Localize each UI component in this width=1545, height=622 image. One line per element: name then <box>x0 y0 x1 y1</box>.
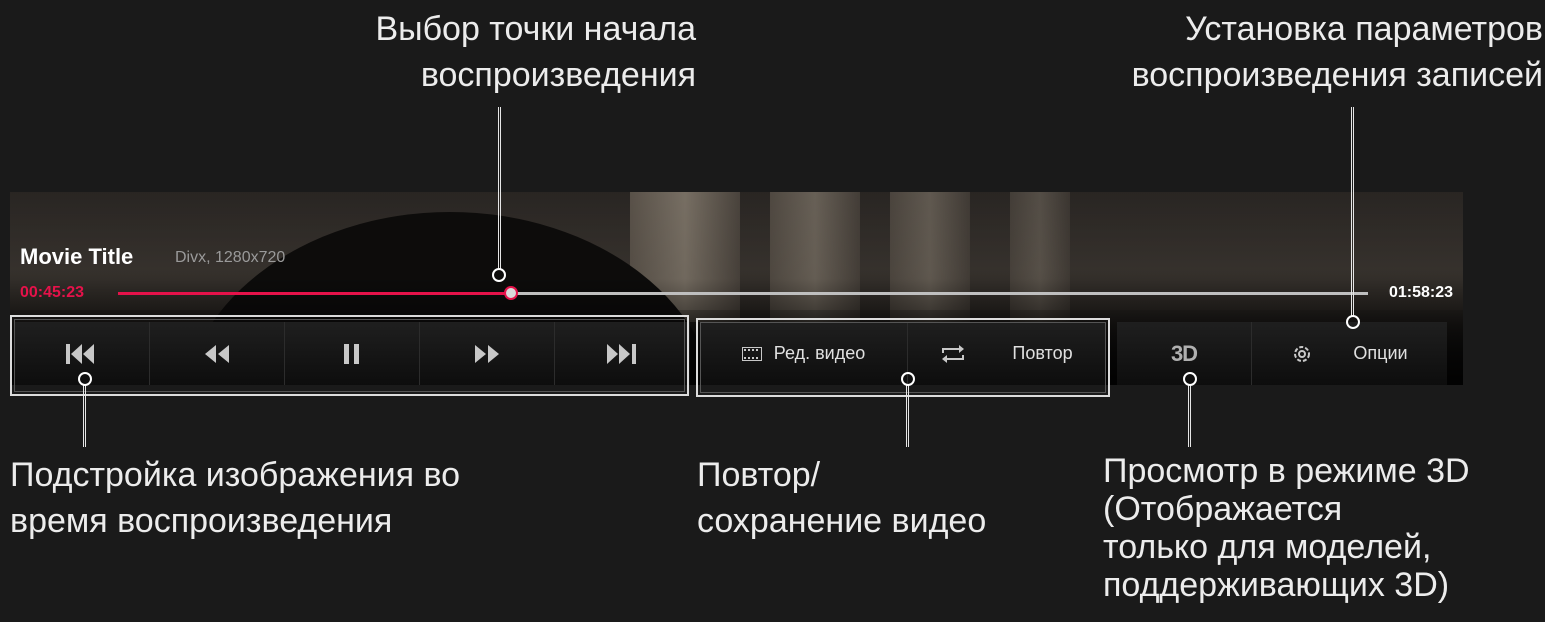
callout-3d-line3: только для моделей, <box>1103 528 1432 566</box>
gear-icon <box>1294 345 1311 362</box>
progress-fill <box>118 292 511 295</box>
callout-repeat-line1: Повтор/ <box>697 456 821 494</box>
progress-bar[interactable] <box>118 286 1368 300</box>
movie-title: Movie Title <box>20 244 134 269</box>
callout-seek: Выбор точки начала воспроизведения <box>375 6 696 98</box>
view-options-controls: 3D Опции <box>1117 322 1447 385</box>
pointer-dot-picture <box>78 372 92 386</box>
callout-3d-line1: Просмотр в режиме 3D <box>1103 452 1470 490</box>
callout-settings: Установка параметров воспроизведения зап… <box>1132 6 1543 98</box>
callout-settings-line1: Установка параметров <box>1185 10 1543 48</box>
callout-settings-line2: воспроизведения записей <box>1131 56 1543 94</box>
seek-handle[interactable] <box>503 286 518 300</box>
leader-line-3d <box>1188 385 1191 447</box>
leader-line-settings <box>1351 107 1354 317</box>
callout-3d: Просмотр в режиме 3D (Отображается тольк… <box>1103 452 1470 604</box>
callout-seek-line2: воспроизведения <box>420 56 696 94</box>
callout-repeat: Повтор/ сохранение видео <box>697 452 986 544</box>
callout-3d-line4: поддерживающих 3D) <box>1103 566 1450 604</box>
callout-picture: Подстройка изображения во время воспроиз… <box>10 452 460 544</box>
movie-format: Divx, 1280x720 <box>175 249 286 266</box>
leader-line-picture <box>83 385 86 447</box>
callout-3d-line2: (Отображается <box>1103 490 1343 528</box>
options-button[interactable]: Опции <box>1252 322 1447 385</box>
pointer-dot-3d <box>1183 372 1197 386</box>
callout-seek-line1: Выбор точки начала <box>375 10 696 48</box>
callout-repeat-line2: сохранение видео <box>697 502 987 540</box>
edit-group-outline <box>696 318 1110 397</box>
3d-icon: 3D <box>1170 340 1198 366</box>
callout-picture-line1: Подстройка изображения во <box>10 456 461 494</box>
pointer-dot-seek <box>492 268 506 282</box>
current-time: 00:45:23 <box>20 284 85 301</box>
pointer-dot-settings <box>1346 315 1360 329</box>
total-time: 01:58:23 <box>1388 284 1453 301</box>
playback-group-outline <box>10 315 689 396</box>
options-label: Опции <box>1353 343 1408 363</box>
pointer-dot-repeat <box>901 372 915 386</box>
callout-picture-line2: время воспроизведения <box>10 502 393 540</box>
leader-line-repeat <box>906 385 909 447</box>
leader-line-seek <box>498 107 501 269</box>
